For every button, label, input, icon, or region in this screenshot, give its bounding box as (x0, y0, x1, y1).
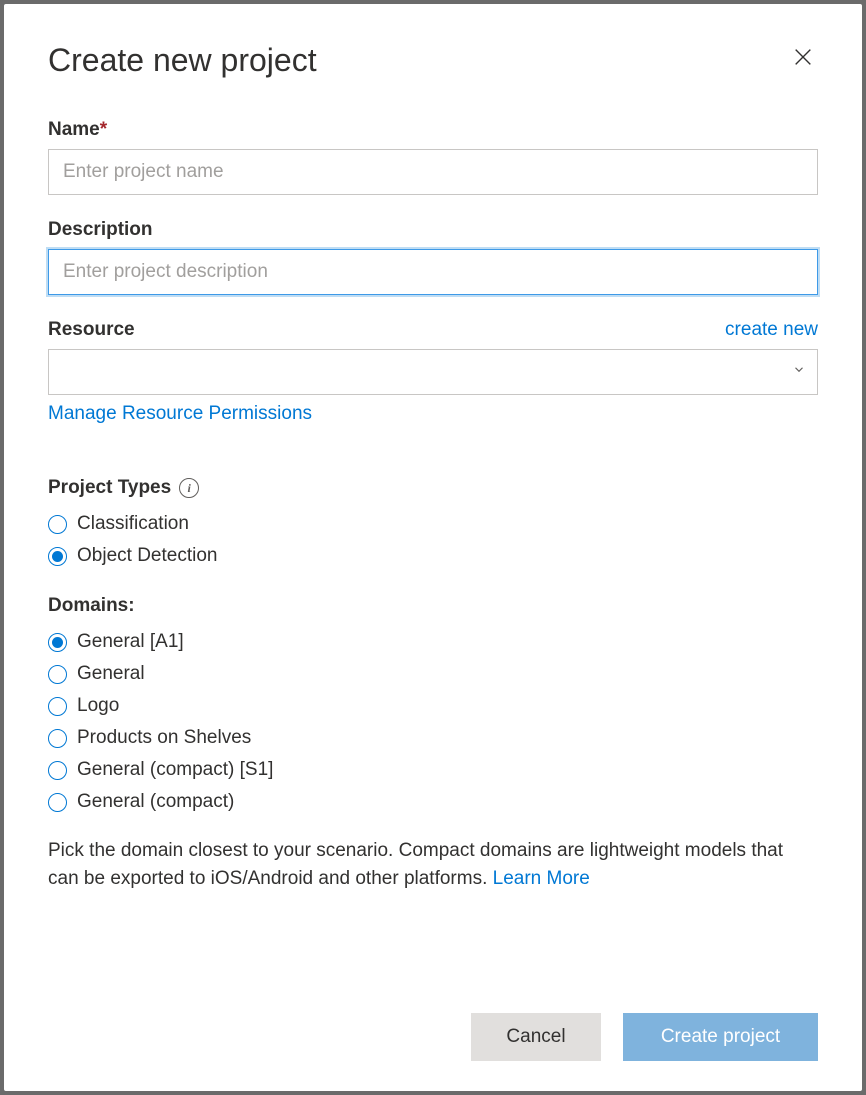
radio-domain-general-a1[interactable]: General [A1] (48, 631, 818, 653)
resource-select-wrap (48, 349, 818, 395)
project-types-label: Project Types i (48, 477, 818, 499)
name-label: Name* (48, 119, 818, 141)
description-input[interactable] (48, 249, 818, 295)
radio-label: General [A1] (77, 631, 184, 653)
radio-icon (48, 515, 67, 534)
radio-icon (48, 793, 67, 812)
radio-domain-general[interactable]: General (48, 663, 818, 685)
domains-list: General [A1] General Logo Products on Sh… (48, 631, 818, 813)
resource-label: Resource (48, 319, 135, 341)
manage-permissions-link[interactable]: Manage Resource Permissions (48, 403, 312, 425)
modal-title: Create new project (48, 42, 317, 79)
name-label-text: Name (48, 119, 100, 140)
radio-icon (48, 665, 67, 684)
close-icon (792, 46, 814, 68)
resource-label-row: Resource create new (48, 319, 818, 341)
radio-object-detection[interactable]: Object Detection (48, 545, 818, 567)
cancel-button[interactable]: Cancel (471, 1013, 601, 1061)
info-icon[interactable]: i (179, 478, 199, 498)
resource-group: Resource create new Manage Resource Perm… (48, 319, 818, 425)
resource-select[interactable] (48, 349, 818, 395)
learn-more-link[interactable]: Learn More (493, 868, 590, 889)
modal-footer: Cancel Create project (48, 983, 818, 1061)
name-input[interactable] (48, 149, 818, 195)
create-project-button[interactable]: Create project (623, 1013, 818, 1061)
radio-domain-general-compact-s1[interactable]: General (compact) [S1] (48, 759, 818, 781)
radio-icon (48, 633, 67, 652)
modal-header: Create new project (48, 42, 818, 79)
radio-label: General (77, 663, 145, 685)
radio-icon (48, 729, 67, 748)
create-project-modal: Create new project Name* Description Res… (4, 4, 862, 1091)
radio-label: Classification (77, 513, 189, 535)
radio-label: Products on Shelves (77, 727, 251, 749)
domains-label: Domains: (48, 595, 818, 617)
name-group: Name* (48, 119, 818, 195)
radio-icon (48, 547, 67, 566)
domains-help-text: Pick the domain closest to your scenario… (48, 837, 818, 892)
radio-label: Object Detection (77, 545, 217, 567)
description-label: Description (48, 219, 818, 241)
radio-label: General (compact) (77, 791, 234, 813)
radio-label: Logo (77, 695, 119, 717)
help-text-body: Pick the domain closest to your scenario… (48, 840, 783, 889)
project-types-label-text: Project Types (48, 477, 171, 499)
description-group: Description (48, 219, 818, 295)
radio-domain-general-compact[interactable]: General (compact) (48, 791, 818, 813)
required-marker: * (100, 119, 107, 140)
radio-classification[interactable]: Classification (48, 513, 818, 535)
radio-icon (48, 761, 67, 780)
radio-icon (48, 697, 67, 716)
radio-domain-logo[interactable]: Logo (48, 695, 818, 717)
radio-label: General (compact) [S1] (77, 759, 273, 781)
radio-domain-products-shelves[interactable]: Products on Shelves (48, 727, 818, 749)
project-types-list: Classification Object Detection (48, 513, 818, 567)
create-new-link[interactable]: create new (725, 319, 818, 341)
close-button[interactable] (788, 42, 818, 75)
